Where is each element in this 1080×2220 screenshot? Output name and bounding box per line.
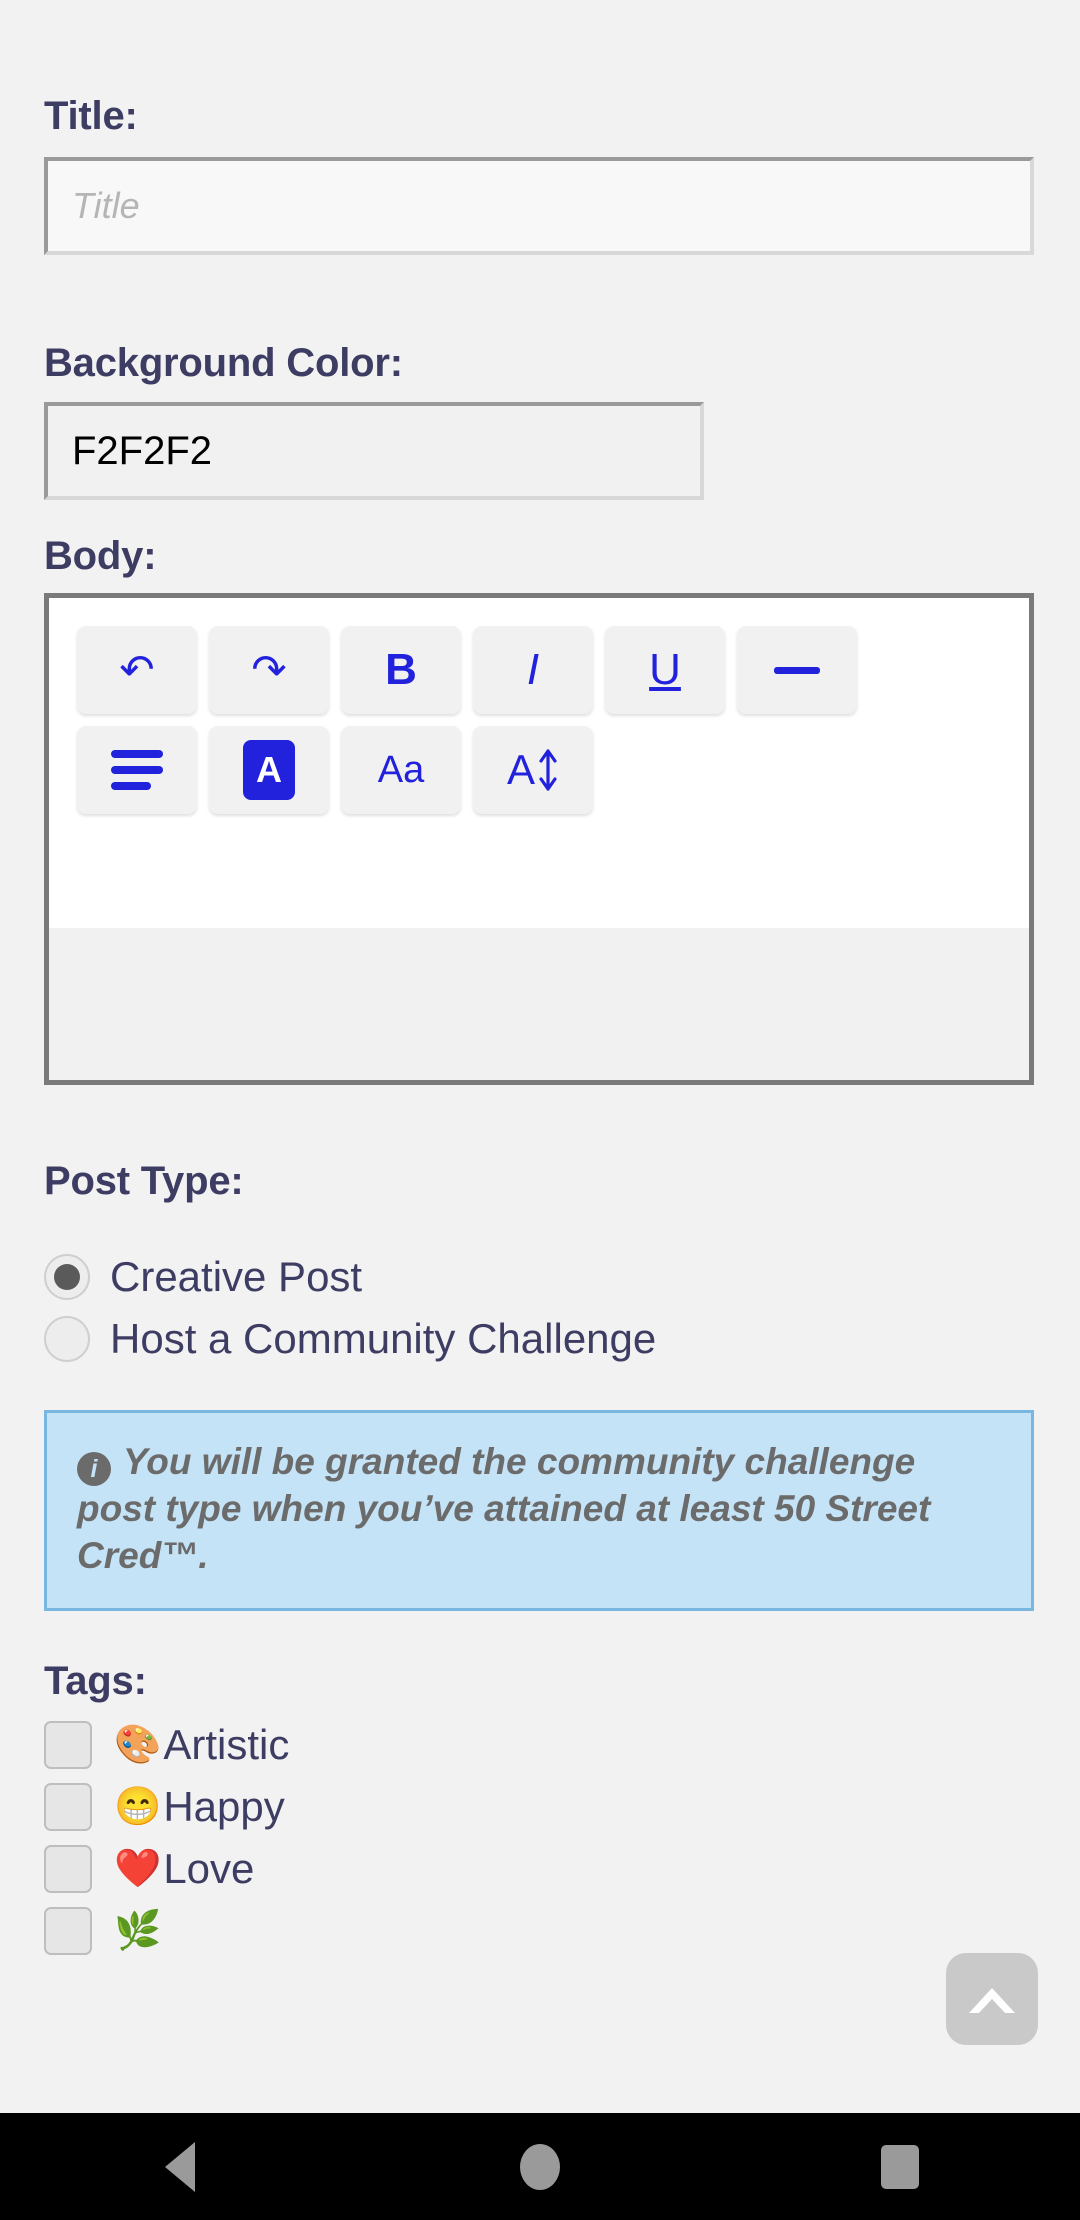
scroll-to-top-button[interactable] xyxy=(946,1953,1038,2045)
italic-icon: I xyxy=(526,645,540,694)
radio-community-challenge[interactable] xyxy=(44,1316,90,1362)
post-type-option-creative[interactable]: Creative Post xyxy=(44,1246,1036,1308)
home-circle-icon xyxy=(520,2143,560,2190)
info-icon: i xyxy=(77,1452,111,1486)
nav-recents-button[interactable] xyxy=(720,2144,1080,2189)
tag-label-happy: 😁 Happy xyxy=(114,1782,285,1830)
title-label: Title: xyxy=(44,94,138,138)
tag-item-artistic[interactable]: 🎨 Artistic xyxy=(44,1714,1036,1776)
body-field-group: Body: ↶ ↷ B I U A Aa A xyxy=(44,500,1036,1085)
font-size-button[interactable]: A xyxy=(473,726,593,814)
body-label: Body: xyxy=(44,534,157,578)
bold-button[interactable]: B xyxy=(341,626,461,714)
undo-arrow-icon: ↶ xyxy=(119,646,155,693)
grinning-face-emoji-icon: 😁 xyxy=(114,1785,162,1828)
radio-creative-post[interactable] xyxy=(44,1254,90,1300)
rich-text-editor[interactable]: ↶ ↷ B I U A Aa A xyxy=(44,593,1034,1085)
radio-community-challenge-label: Host a Community Challenge xyxy=(110,1315,657,1362)
background-color-input[interactable]: F2F2F2 xyxy=(44,402,704,500)
tag-item-partial[interactable]: 🌿 xyxy=(44,1900,1036,1962)
background-color-field-group: Background Color: F2F2F2 xyxy=(44,255,1036,500)
nav-back-button[interactable] xyxy=(0,2141,360,2192)
editor-toolbar: ↶ ↷ B I U A Aa A xyxy=(49,598,1029,928)
red-heart-emoji-icon: ❤️ xyxy=(114,1847,162,1890)
post-type-option-challenge[interactable]: Host a Community Challenge xyxy=(44,1308,1036,1370)
title-placeholder: Title xyxy=(72,185,140,226)
tag-item-happy[interactable]: 😁 Happy xyxy=(44,1776,1036,1838)
underline-button[interactable]: U xyxy=(605,626,725,714)
post-type-group: Post Type: Creative Post Host a Communit… xyxy=(44,1085,1036,1370)
editor-toolbar-row-2: A Aa A xyxy=(77,726,1029,814)
tag-label-artistic: 🎨 Artistic xyxy=(114,1720,290,1768)
recents-square-icon xyxy=(881,2144,919,2189)
post-type-label: Post Type: xyxy=(44,1159,244,1203)
checkbox-happy[interactable] xyxy=(44,1782,92,1831)
nav-home-button[interactable] xyxy=(360,2143,720,2190)
text-color-button[interactable]: A xyxy=(209,726,329,814)
up-down-arrow-icon xyxy=(539,749,557,791)
font-family-button[interactable]: Aa xyxy=(341,726,461,814)
community-challenge-info-banner: i You will be granted the community chall… xyxy=(44,1410,1034,1611)
app-screen: Title: Title Background Color: F2F2F2 Bo… xyxy=(0,0,1080,2220)
checkbox-love[interactable] xyxy=(44,1844,92,1893)
align-lines-icon xyxy=(111,750,163,790)
back-triangle-icon xyxy=(165,2141,195,2192)
info-banner-text: You will be granted the community challe… xyxy=(77,1441,931,1576)
font-size-icon: A xyxy=(507,747,559,793)
checkbox-artistic[interactable] xyxy=(44,1720,92,1769)
redo-arrow-icon: ↷ xyxy=(251,646,287,693)
title-field-group: Title: Title xyxy=(44,0,1036,255)
font-family-icon: Aa xyxy=(377,749,425,791)
title-input[interactable]: Title xyxy=(44,157,1034,255)
herb-emoji-icon: 🌿 xyxy=(114,1909,162,1952)
background-color-label: Background Color: xyxy=(44,341,403,385)
editor-toolbar-row-1: ↶ ↷ B I U xyxy=(77,626,1029,714)
palette-emoji-icon: 🎨 xyxy=(114,1723,162,1766)
tags-label: Tags: xyxy=(44,1658,147,1703)
tags-group: Tags: 🎨 Artistic 😁 Happy ❤️ Love 🌿 xyxy=(44,1611,1036,1962)
undo-button[interactable]: ↶ xyxy=(77,626,197,714)
chevron-up-icon xyxy=(969,1988,1015,2013)
info-banner-text-wrap: i You will be granted the community chall… xyxy=(77,1439,1001,1580)
tag-label-partial: 🌿 xyxy=(114,1909,163,1953)
strikethrough-button[interactable] xyxy=(737,626,857,714)
checkbox-partial[interactable] xyxy=(44,1906,92,1955)
body-text-area[interactable] xyxy=(49,928,1029,1080)
android-navigation-bar xyxy=(0,2113,1080,2220)
strikethrough-icon xyxy=(774,666,820,674)
tag-item-love[interactable]: ❤️ Love xyxy=(44,1838,1036,1900)
radio-creative-post-label: Creative Post xyxy=(110,1253,363,1300)
tag-label-love: ❤️ Love xyxy=(114,1844,255,1892)
align-button[interactable] xyxy=(77,726,197,814)
text-color-a-icon: A xyxy=(243,740,295,800)
italic-button[interactable]: I xyxy=(473,626,593,714)
post-editor-form: Title: Title Background Color: F2F2F2 Bo… xyxy=(0,0,1080,2113)
underline-icon: U xyxy=(649,645,681,694)
redo-button[interactable]: ↷ xyxy=(209,626,329,714)
radio-selected-dot xyxy=(54,1264,80,1290)
background-color-value: F2F2F2 xyxy=(72,428,213,473)
bold-icon: B xyxy=(385,645,417,694)
